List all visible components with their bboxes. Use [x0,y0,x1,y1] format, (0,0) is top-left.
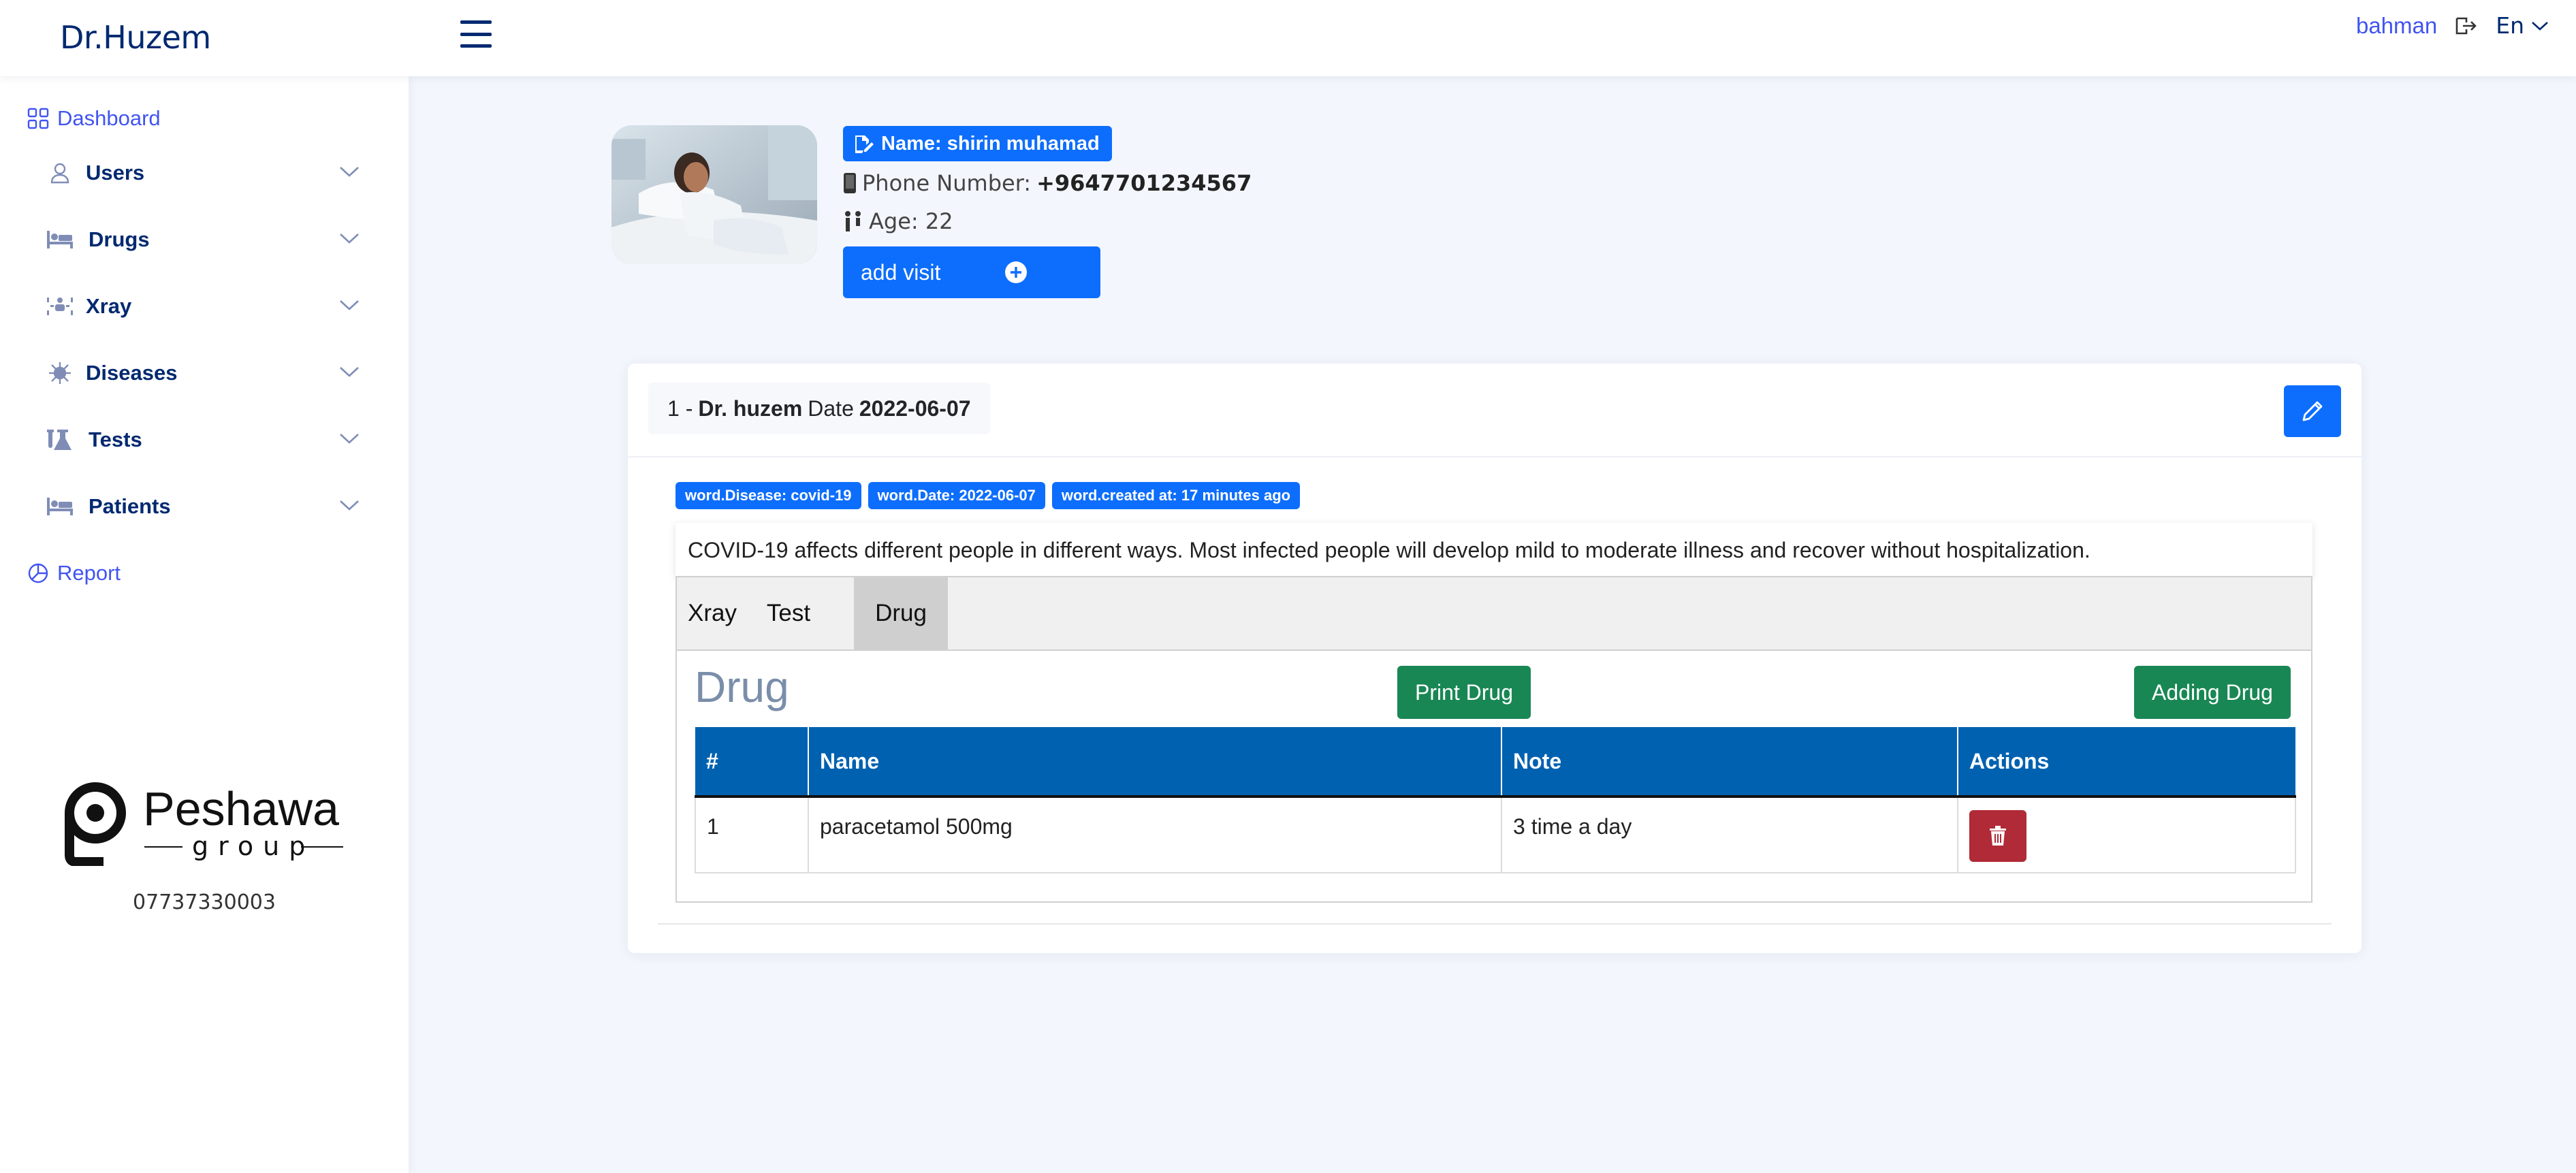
sidebar-item-drugs[interactable]: Drugs [0,212,409,267]
tab-test[interactable]: Test [750,577,827,649]
company-phone: 07737330003 [133,890,276,914]
sidebar-item-tests[interactable]: Tests [0,413,409,467]
disease-badge: word.Disease: covid-19 [675,482,861,509]
visit-description: COVID-19 affects different people in dif… [675,523,2312,577]
logout-icon[interactable] [2455,16,2478,36]
sidebar-item-users[interactable]: Users [0,146,409,200]
logo-wordmark: Peshawa [143,782,339,835]
column-header-number: # [695,727,809,798]
table-header-row: # Name Note Actions [695,727,2295,798]
xray-icon [46,293,74,320]
username-link[interactable]: bahman [2356,13,2437,39]
cell-actions [1957,796,2296,873]
column-header-name: Name [808,727,1502,798]
sidebar-item-label: Dashboard [57,106,161,130]
card-divider [628,456,2362,457]
brand-logo[interactable]: Dr.Huzem [60,19,211,56]
age-icon [845,211,861,231]
drug-table: # Name Note Actions 1 paracetamol 500mg … [695,727,2296,873]
virus-icon [46,359,74,387]
sidebar-item-label: Tests [89,428,142,451]
drug-section-title: Drug [695,662,789,711]
mobile-phone-icon [844,173,856,193]
patient-name-badge: Name: shirin muhamad [843,126,1112,161]
visit-index: 1 - [667,396,693,421]
pie-chart-icon [28,563,48,583]
chevron-down-icon [339,499,360,515]
patient-name: Name: shirin muhamad [881,132,1100,155]
sidebar-item-report[interactable]: Report [27,561,121,585]
tab-strip: Xray Test Drug [677,577,2311,651]
phone-value: +9647701234567 [1036,170,1252,196]
tab-xray-label[interactable]: Xray [677,577,748,649]
logo-subtitle: group [192,831,315,861]
tab-drug[interactable]: Drug [854,577,948,649]
sidebar-item-label: Diseases [86,361,178,385]
cell-note: 3 time a day [1501,796,1958,873]
plus-circle-icon [1005,261,1027,283]
sidebar-item-xray[interactable]: Xray [0,279,409,334]
patient-photo [611,125,817,264]
sidebar: Dashboard Users Drugs Xray Diseases Test… [0,76,409,1173]
patient-age-line: Age: 22 [843,208,953,234]
bed-icon [46,493,74,520]
peshawa-logo: Peshawa group [61,771,347,869]
visit-title: 1 - Dr. huzem Date 2022-06-07 [648,383,990,434]
sidebar-item-label: Patients [89,494,171,518]
visit-doctor: Dr. huzem [698,396,803,421]
visit-date: 2022-06-07 [859,396,971,421]
visit-tabs-panel: Xray Test Drug Drug Print Drug Adding Dr… [675,576,2312,903]
flask-icon [46,426,74,453]
chevron-down-icon [339,165,360,181]
delete-drug-button[interactable] [1969,810,2026,862]
patient-phone-line: Phone Number: +9647701234567 [843,170,1252,196]
card-bottom-divider [658,923,2332,925]
chevron-down-icon [339,432,360,448]
cell-number: 1 [695,796,809,873]
pencil-icon [2302,401,2323,421]
column-header-note: Note [1501,727,1958,798]
sidebar-item-diseases[interactable]: Diseases [0,346,409,400]
chevron-down-icon [339,232,360,248]
visit-date-label: Date [808,396,854,421]
edit-visit-button[interactable] [2284,385,2341,437]
header-actions: bahman En [2356,12,2549,39]
phone-label: Phone Number: [862,170,1032,196]
print-drug-button[interactable]: Print Drug [1397,666,1531,719]
sidebar-item-label: Report [57,561,121,585]
trash-icon [1990,826,2006,846]
sidebar-item-dashboard[interactable]: Dashboard [27,106,161,131]
visit-card: 1 - Dr. huzem Date 2022-06-07 word.Disea… [628,364,2362,953]
add-visit-button[interactable]: add visit [843,246,1100,298]
language-selector[interactable]: En [2496,12,2549,39]
sidebar-item-label: Users [86,161,145,184]
grid-icon [27,108,49,129]
sidebar-item-patients[interactable]: Patients [0,479,409,534]
chevron-down-icon [339,366,360,381]
adding-drug-button[interactable]: Adding Drug [2134,666,2291,719]
add-visit-label: add visit [861,259,941,285]
user-icon [46,159,74,187]
chevron-down-icon [2532,21,2548,31]
top-header: Dr.Huzem bahman En [0,0,2576,76]
bed-icon [46,226,74,253]
date-badge: word.Date: 2022-06-07 [868,482,1045,509]
edit-document-icon [855,135,874,153]
menu-toggle-icon[interactable] [460,20,492,48]
patient-age: Age: 22 [869,208,953,234]
sidebar-item-label: Drugs [89,227,150,251]
visit-badges: word.Disease: covid-19 word.Date: 2022-0… [675,482,1301,509]
table-row: 1 paracetamol 500mg 3 time a day [695,796,2296,873]
cell-drug-name: paracetamol 500mg [808,796,1502,873]
column-header-actions: Actions [1958,727,2295,798]
language-label: En [2496,12,2524,39]
chevron-down-icon [339,299,360,315]
sidebar-item-label: Xray [86,294,132,318]
created-at-badge: word.created at: 17 minutes ago [1051,482,1301,509]
